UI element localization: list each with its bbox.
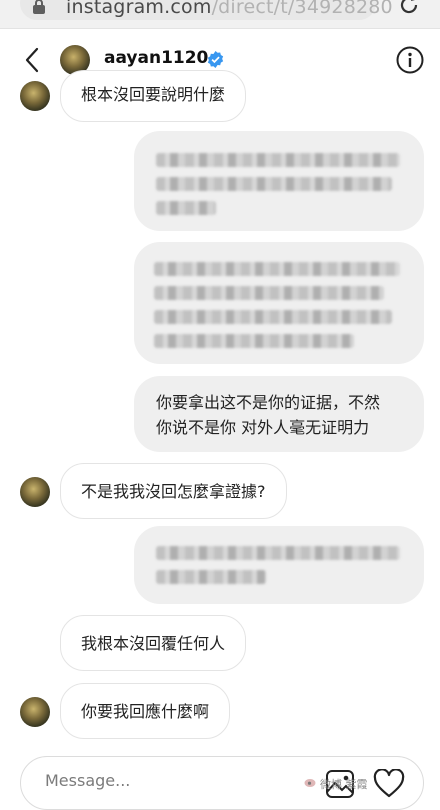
outgoing-message: 你要拿出这不是你的证据，不然 你说不是你 对外人毫无证明力	[134, 376, 424, 452]
lock-icon	[33, 0, 45, 14]
blurred-text	[156, 570, 266, 584]
message-text: 不是我我沒回怎麼拿證據?	[81, 482, 266, 501]
heart-icon[interactable]	[373, 769, 405, 799]
blurred-text	[156, 153, 400, 167]
outgoing-message-blurred	[134, 131, 424, 231]
avatar	[20, 81, 50, 111]
address-field[interactable]: instagram.com/direct/t/34928280	[20, 0, 393, 20]
avatar	[20, 477, 50, 507]
message-text: 你要拿出这不是你的证据，不然 你说不是你 对外人毫无证明力	[134, 376, 424, 440]
verified-icon	[207, 51, 224, 68]
incoming-message: 你要我回應什麼啊	[60, 683, 231, 739]
browser-url-bar: instagram.com/direct/t/34928280	[0, 0, 440, 29]
url-host: instagram.com	[66, 0, 212, 18]
outgoing-message-blurred	[134, 242, 424, 364]
url-text: instagram.com/direct/t/34928280	[66, 0, 393, 18]
url-path: /direct/t/34928280	[211, 0, 393, 18]
username[interactable]: aayan1120	[104, 48, 208, 68]
blurred-text	[156, 177, 392, 191]
incoming-message: 不是我我沒回怎麼拿證據?	[60, 463, 287, 519]
incoming-message: 我根本沒回覆任何人	[60, 615, 247, 671]
message-input[interactable]	[45, 771, 295, 790]
message-line: 你说不是你 对外人毫无证明力	[156, 418, 370, 437]
blurred-text	[156, 201, 216, 215]
back-icon[interactable]	[22, 47, 44, 73]
message-text: 我根本沒回覆任何人	[81, 634, 226, 653]
blurred-text	[154, 262, 400, 276]
message-text: 根本沒回要說明什麼	[81, 85, 226, 104]
message-text: 你要我回應什麼啊	[81, 702, 210, 721]
info-icon[interactable]	[396, 46, 424, 74]
blurred-text	[154, 334, 354, 348]
blurred-text	[154, 310, 392, 324]
blurred-text	[154, 286, 384, 300]
weibo-logo-icon	[304, 779, 316, 787]
incoming-message: 根本沒回要說明什麼	[60, 70, 247, 122]
reload-icon[interactable]	[398, 0, 420, 16]
blurred-text	[156, 546, 400, 560]
outgoing-message-blurred	[134, 526, 424, 604]
watermark-text: 微博 紫霞	[320, 778, 368, 791]
message-line: 你要拿出这不是你的证据，不然	[156, 393, 381, 412]
avatar	[20, 697, 50, 727]
